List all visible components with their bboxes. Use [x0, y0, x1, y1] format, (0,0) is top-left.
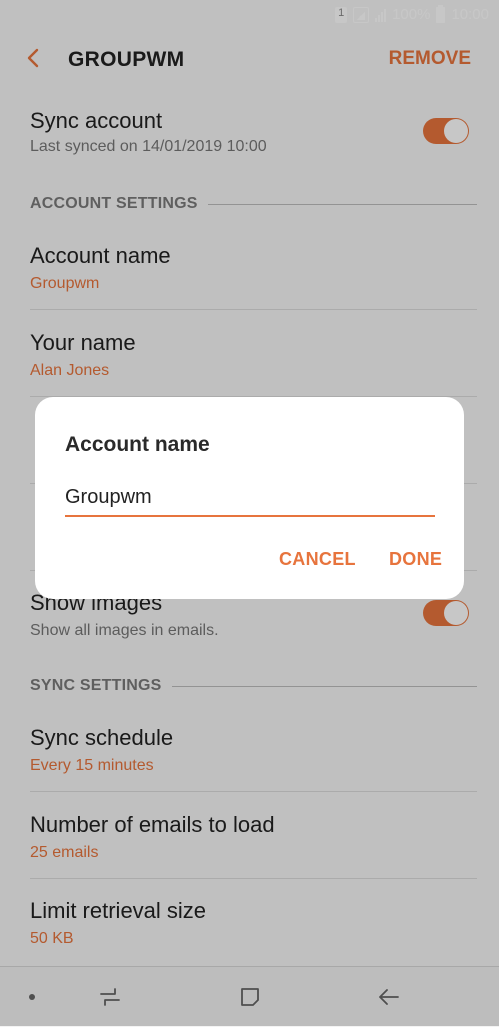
done-button[interactable]: DONE [389, 549, 442, 570]
cancel-button[interactable]: CANCEL [279, 549, 356, 570]
account-name-input[interactable] [65, 479, 435, 517]
dialog-title: Account name [65, 433, 210, 456]
account-name-dialog: Account name CANCEL DONE [35, 397, 464, 599]
email-account-settings-screen: 100% 10:00 GROUPWM REMOVE Sync account L… [0, 0, 499, 1027]
